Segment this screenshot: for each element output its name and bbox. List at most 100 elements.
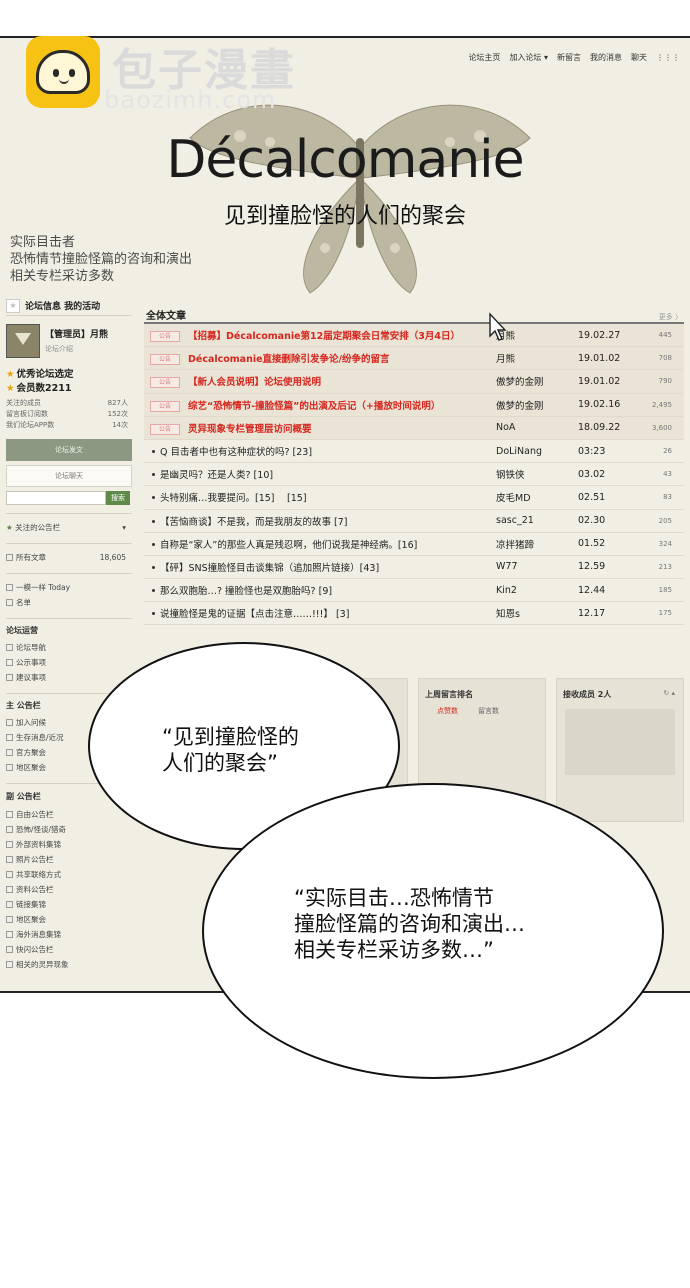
post-date: 12.59 (578, 561, 606, 573)
top-nav: 论坛主页 加入论坛 ▾ 新留言 我的消息 聊天 ⋮⋮⋮ (468, 52, 680, 63)
table-row[interactable]: Q 目击者中也有这种症状的吗? [23] DoLiNang 03:23 26 (144, 440, 684, 464)
post-author[interactable]: sasc_21 (496, 515, 578, 526)
post-title-cell[interactable]: 那么双胞胎…? 撞脸怪也是双胞胎吗? [9] (144, 583, 496, 597)
bubble-line: “实际目击…恐怖情节 (294, 886, 494, 910)
post-title[interactable]: Q 目击者中也有这种症状的吗? [23] (160, 447, 312, 458)
post-title-cell[interactable]: 【苦恼商谈】不是我，而是我朋友的故事 [7] (144, 514, 496, 528)
sidebar-item[interactable]: 外部资料集锦 (6, 837, 132, 852)
grid-menu-icon[interactable]: ⋮⋮⋮ (656, 53, 680, 62)
post-title[interactable]: 【苦恼商谈】不是我，而是我朋友的故事 [7] (160, 517, 347, 528)
notice-row[interactable]: 公告 综艺“恐怖情节-撞脸怪篇”的出演及后记（+播放时间说明） 傲梦的金刚 19.02… (144, 393, 684, 417)
post-author[interactable]: 月熊 (496, 328, 578, 342)
mouse-cursor-icon (489, 312, 507, 341)
bullet-icon (152, 589, 155, 593)
post-title-cell[interactable]: 公告 Décalcomanie直接删除引发争论/纷争的留言 (144, 351, 496, 366)
post-title[interactable]: 那么双胞胎…? 撞脸怪也是双胞胎吗? [9] (160, 586, 332, 597)
sub-boards-list: 自由公告栏 恐怖/怪谈/猎奇 外部资料集锦 照片公告栏 共享联络方式 资料公告栏 链接集锦地… (6, 807, 132, 972)
sidebar-item[interactable]: 相关的灵异现象 (6, 957, 132, 972)
table-row[interactable]: 【苦恼商谈】不是我，而是我朋友的故事 [7] sasc_21 02.30 205 (144, 510, 684, 533)
post-title[interactable]: 【新人会员说明】论坛使用说明 (188, 377, 321, 388)
bullet-icon (152, 496, 155, 500)
sidebar-item[interactable]: 名单 (6, 595, 132, 610)
sidebar-item[interactable]: 快闪公告栏 (6, 942, 132, 957)
search-input[interactable] (6, 491, 106, 505)
post-author[interactable]: 傲梦的金刚 (496, 374, 578, 388)
forum-chat-button[interactable]: 论坛聊天 (6, 465, 132, 487)
post-author[interactable]: DoLiNang (496, 446, 578, 457)
all-posts-item[interactable]: 所有文章 18,605 (6, 550, 132, 565)
post-title-cell[interactable]: 公告 灵异现象专栏管理层访问概要 (144, 421, 496, 435)
fav-boards-item[interactable]: ★ 关注的公告栏 ▾ (6, 520, 132, 535)
post-title[interactable]: 【招募】Décalcomanie第12届定期聚会日常安排（3月4日） (188, 331, 460, 342)
tab-likes[interactable]: 点赞数 (437, 706, 458, 716)
sidebar-item-label: 官方聚会 (16, 748, 46, 757)
nav-home[interactable]: 论坛主页 (468, 52, 500, 63)
nav-messages[interactable]: 我的消息 (590, 52, 622, 63)
table-row[interactable]: 是幽灵吗？还是人类? [10] 钢铁侠 03.02 43 (144, 463, 684, 487)
post-title[interactable]: Décalcomanie直接删除引发争论/纷争的留言 (188, 354, 390, 365)
table-row[interactable]: 头特别痛…我要提问。[15] [15] 皮毛MD 02.51 83 (144, 486, 684, 510)
post-author[interactable]: Kin2 (496, 585, 578, 596)
post-author[interactable]: 知恩s (496, 606, 578, 620)
sidebar-item[interactable]: 建议事项 (6, 670, 132, 685)
notice-row[interactable]: 公告 灵异现象专栏管理层访问概要 NoA 18.09.22 3,600 (144, 416, 684, 440)
post-title-cell[interactable]: 是幽灵吗？还是人类? [10] (144, 467, 496, 481)
notice-row[interactable]: 公告 【新人会员说明】论坛使用说明 傲梦的金刚 19.01.02 790 (144, 370, 684, 394)
post-title[interactable]: 头特别痛…我要提问。[15] [15] (160, 493, 307, 504)
post-author[interactable]: 皮毛MD (496, 490, 578, 504)
sidebar-item[interactable]: 照片公告栏 (6, 852, 132, 867)
notice-row[interactable]: 公告 Décalcomanie直接删除引发争论/纷争的留言 月熊 19.01.02 70… (144, 347, 684, 371)
star-icon[interactable]: ★ (6, 298, 20, 313)
post-title[interactable]: 【砰】SNS撞脸怪目击谈集锦（追加照片链接）[43] (160, 563, 379, 574)
nav-new-comments[interactable]: 新留言 (557, 52, 581, 63)
profile-intro-link[interactable]: 论坛介绍 (45, 344, 108, 354)
post-title-cell[interactable]: Q 目击者中也有这种症状的吗? [23] (144, 444, 496, 458)
post-title[interactable]: 灵异现象专栏管理层访问概要 (188, 424, 312, 435)
profile-name[interactable]: 【管理员】月熊 (45, 327, 108, 340)
post-title[interactable]: 说撞脸怪是鬼的证据【点击注意……!!!】 [3] (160, 609, 349, 620)
table-row[interactable]: 【砰】SNS撞脸怪目击谈集锦（追加照片链接）[43] W77 12.59 213 (144, 556, 684, 580)
post-title-cell[interactable]: 公告 综艺“恐怖情节-撞脸怪篇”的出演及后记（+播放时间说明） (144, 398, 496, 412)
post-list-title: 全体文章 (146, 311, 186, 322)
post-author[interactable]: NoA (496, 422, 578, 433)
post-title[interactable]: 是幽灵吗？还是人类? [10] (160, 470, 273, 481)
sidebar-item[interactable]: 资料公告栏 (6, 882, 132, 897)
sidebar-item[interactable]: 论坛导航 (6, 640, 132, 655)
sidebar-item[interactable]: 一模一样 Today (6, 580, 132, 595)
refresh-icon[interactable]: ↻ ▴ (663, 689, 675, 697)
post-author[interactable]: 傲梦的金刚 (496, 398, 578, 412)
sidebar-item[interactable]: 共享联络方式 (6, 867, 132, 882)
sidebar-item[interactable]: 海外消息集锦 (6, 927, 132, 942)
nav-join[interactable]: 加入论坛 ▾ (509, 52, 548, 63)
post-author[interactable]: 钢铁侠 (496, 467, 578, 481)
write-post-button[interactable]: 论坛发文 (6, 439, 132, 461)
notice-tag: 公告 (150, 331, 180, 343)
sidebar-item[interactable]: 自由公告栏 (6, 807, 132, 822)
table-row[interactable]: 自称是“家人”的那些人真是残忍啊，他们说我是神经病。[16] 凉拌猪蹄 01.52 3… (144, 533, 684, 556)
more-link[interactable]: 更多 〉 (659, 312, 682, 322)
table-row[interactable]: 说撞脸怪是鬼的证据【点击注意……!!!】 [3] 知恩s 12.17 175 (144, 602, 684, 626)
post-title-cell[interactable]: 【砰】SNS撞脸怪目击谈集锦（追加照片链接）[43] (144, 560, 496, 574)
avatar[interactable] (6, 324, 40, 358)
post-title-cell[interactable]: 说撞脸怪是鬼的证据【点击注意……!!!】 [3] (144, 606, 496, 620)
post-title-cell[interactable]: 公告 【招募】Décalcomanie第12届定期聚会日常安排（3月4日） (144, 328, 496, 343)
sidebar-item[interactable]: 地区聚会 (6, 912, 132, 927)
post-author[interactable]: 月熊 (496, 351, 578, 365)
post-title-cell[interactable]: 自称是“家人”的那些人真是残忍啊，他们说我是神经病。[16] (144, 537, 496, 551)
post-title[interactable]: 综艺“恐怖情节-撞脸怪篇”的出演及后记（+播放时间说明） (188, 401, 440, 412)
tab-comments[interactable]: 留言数 (478, 706, 499, 716)
sidebar-item[interactable]: 链接集锦 (6, 897, 132, 912)
sidebar-header-label[interactable]: 论坛信息 我的活动 (25, 299, 100, 312)
search-button[interactable]: 搜索 (106, 491, 130, 505)
intro-line: 实际目击者 (10, 235, 76, 250)
nav-chat[interactable]: 聊天 (631, 52, 647, 63)
post-author[interactable]: W77 (496, 561, 578, 572)
sidebar-item[interactable]: 恐怖/怪谈/猎奇 (6, 822, 132, 837)
sidebar-item[interactable]: 公示事项 (6, 655, 132, 670)
table-row[interactable]: 那么双胞胎…? 撞脸怪也是双胞胎吗? [9] Kin2 12.44 185 (144, 579, 684, 603)
post-title[interactable]: 自称是“家人”的那些人真是残忍啊，他们说我是神经病。[16] (160, 540, 417, 551)
post-title-cell[interactable]: 公告 【新人会员说明】论坛使用说明 (144, 374, 496, 389)
post-title-cell[interactable]: 头特别痛…我要提问。[15] [15] (144, 490, 496, 504)
post-author[interactable]: 凉拌猪蹄 (496, 537, 578, 551)
notice-row[interactable]: 公告 【招募】Décalcomanie第12届定期聚会日常安排（3月4日） 月熊 19… (144, 324, 684, 348)
